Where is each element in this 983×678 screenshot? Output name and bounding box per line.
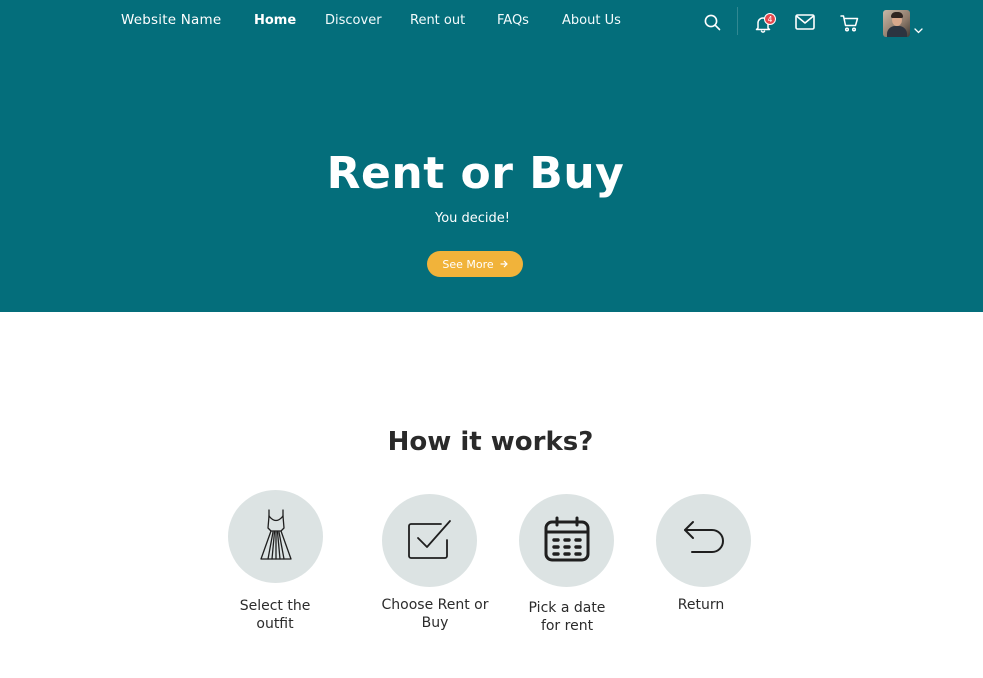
see-more-button[interactable]: See More: [427, 251, 523, 277]
checkbox-icon: [407, 518, 453, 564]
arrow-right-icon: [500, 258, 508, 271]
how-it-works-title: How it works?: [387, 427, 594, 457]
step-1-label-line2: outfit: [256, 616, 294, 632]
dress-icon: [258, 508, 294, 566]
step-1-circle: [228, 490, 323, 583]
step-3-circle: [519, 494, 614, 587]
nav-home[interactable]: Home: [254, 13, 296, 28]
cart-icon[interactable]: [840, 14, 859, 32]
see-more-label: See More: [442, 257, 494, 271]
hero-title: Rent or Buy: [326, 148, 625, 199]
nav-rent-out[interactable]: Rent out: [410, 13, 465, 28]
search-icon[interactable]: [704, 14, 721, 31]
step-2-label-line2: Buy: [421, 615, 449, 631]
mail-icon[interactable]: [795, 14, 815, 30]
step-2-label: Choose Rent or Buy: [370, 596, 500, 632]
step-3-label-line1: Pick a date: [528, 600, 606, 616]
user-avatar[interactable]: [883, 10, 910, 37]
avatar-body: [887, 26, 907, 37]
chevron-down-icon[interactable]: [914, 19, 923, 38]
step-4-label: Return: [636, 596, 766, 614]
website-logo[interactable]: Website Name: [121, 12, 221, 28]
nav-faqs[interactable]: FAQs: [497, 13, 529, 28]
step-2-circle: [382, 494, 477, 587]
return-arrow-icon: [682, 519, 726, 563]
step-3-label: Pick a date for rent: [502, 599, 632, 635]
nav-discover[interactable]: Discover: [325, 13, 382, 28]
header-divider: [737, 7, 738, 35]
step-4-circle: [656, 494, 751, 587]
hero-subtitle: You decide!: [434, 211, 510, 226]
avatar-hair: [891, 12, 903, 18]
step-3-label-line2: for rent: [540, 618, 594, 634]
step-4-label-line1: Return: [677, 597, 725, 613]
step-1-label-line1: Select the: [239, 598, 311, 614]
calendar-icon: [543, 516, 591, 566]
nav-about-us[interactable]: About Us: [562, 13, 621, 28]
step-1-label: Select the outfit: [210, 597, 340, 633]
step-2-label-line1: Choose Rent or: [381, 597, 489, 613]
notification-badge: 4: [764, 13, 776, 25]
